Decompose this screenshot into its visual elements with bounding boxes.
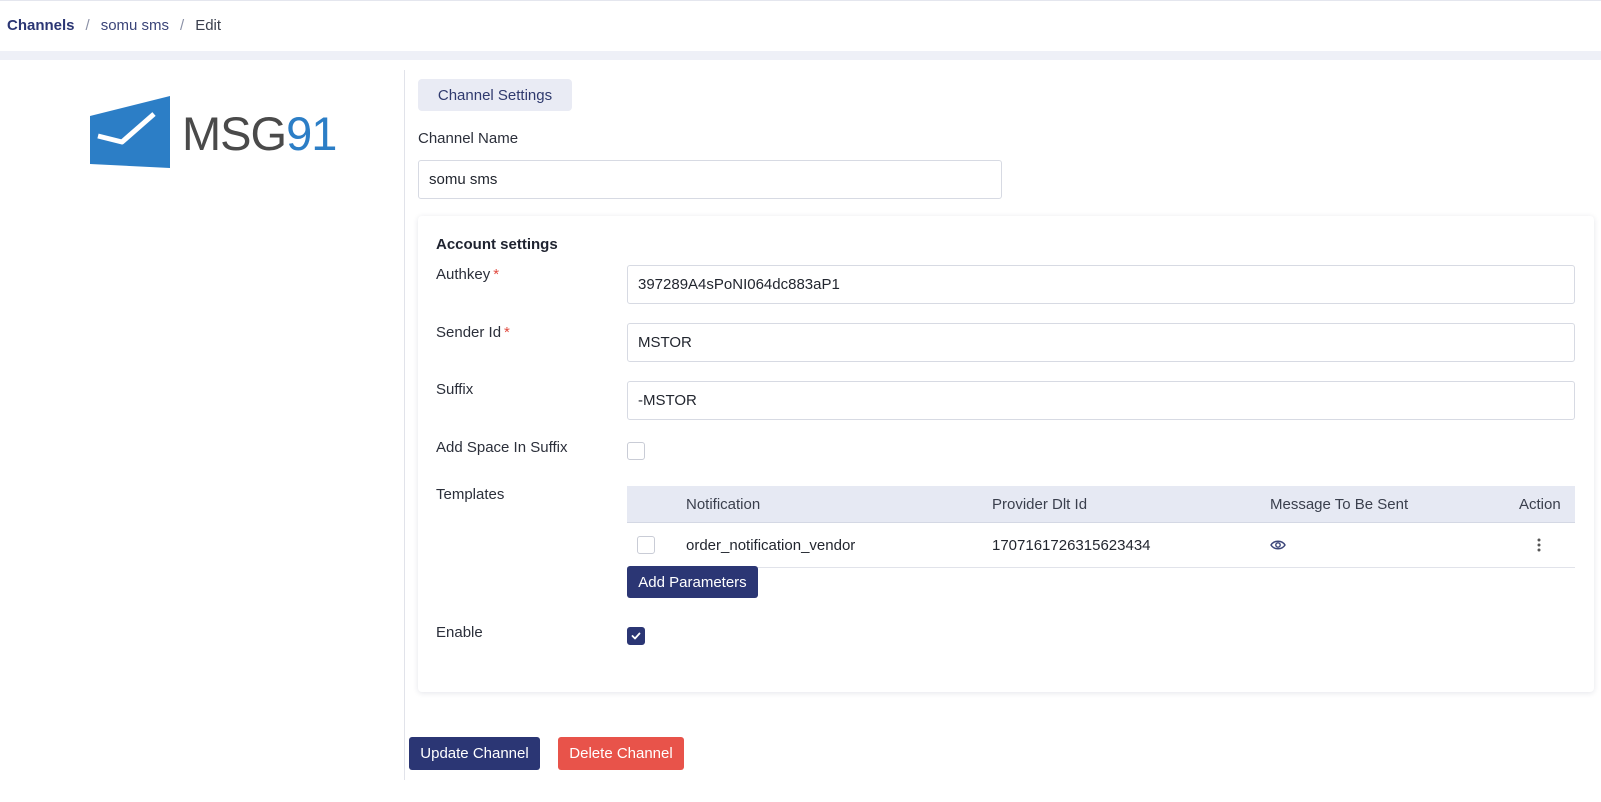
templates-label: Templates <box>436 486 505 503</box>
column-message-to-be-sent: Message To Be Sent <box>1270 495 1409 513</box>
tab-channel-settings[interactable]: Channel Settings <box>418 79 572 111</box>
account-settings-title: Account settings <box>436 236 558 253</box>
breadcrumb-separator: / <box>85 17 90 34</box>
enable-label: Enable <box>436 624 483 641</box>
authkey-label: Authkey * <box>436 266 499 283</box>
templates-table-header: Notification Provider Dlt Id Message To … <box>627 486 1575 523</box>
row-provider-dlt-id: 1707161726315623434 <box>992 536 1151 554</box>
logo-text-number: 91 <box>286 107 337 160</box>
add-space-in-suffix-label: Add Space In Suffix <box>436 439 568 456</box>
required-marker: * <box>493 266 500 283</box>
channel-name-input[interactable] <box>418 160 1002 199</box>
add-parameters-button[interactable]: Add Parameters <box>627 566 758 598</box>
vertical-divider <box>404 70 405 780</box>
sender-id-label-text: Sender Id <box>436 324 502 341</box>
kebab-menu-icon[interactable] <box>1537 523 1541 567</box>
channel-name-label: Channel Name <box>418 130 519 147</box>
row-notification: order_notification_vendor <box>686 536 856 554</box>
header-band <box>0 51 1601 60</box>
column-action: Action <box>1519 495 1561 513</box>
breadcrumb-current: Edit <box>195 17 222 34</box>
breadcrumb-channel-link[interactable]: somu sms <box>101 17 169 34</box>
enable-checkbox[interactable] <box>627 627 645 645</box>
sender-id-input[interactable] <box>627 323 1575 362</box>
suffix-input[interactable] <box>627 381 1575 420</box>
update-channel-button[interactable]: Update Channel <box>409 737 540 770</box>
breadcrumb-channels-link[interactable]: Channels <box>7 17 75 34</box>
templates-table: Notification Provider Dlt Id Message To … <box>627 486 1575 568</box>
checkmark-icon <box>631 632 641 640</box>
breadcrumb-separator: / <box>180 17 185 34</box>
account-settings-card: Account settings Authkey* Sender Id* Suf… <box>418 216 1594 692</box>
column-notification: Notification <box>686 495 761 513</box>
authkey-label-text: Authkey <box>436 266 491 283</box>
top-bar: Channels / somu sms / Edit <box>0 0 1601 51</box>
suffix-label: Suffix <box>436 381 474 398</box>
logo-text: MSG91 <box>182 106 337 161</box>
add-space-in-suffix-checkbox[interactable] <box>627 442 645 460</box>
envelope-logo-icon <box>90 96 170 168</box>
breadcrumb: Channels / somu sms / Edit <box>7 17 221 34</box>
authkey-input[interactable] <box>627 265 1575 304</box>
table-row: order_notification_vendor 17071617263156… <box>627 523 1575 568</box>
delete-channel-button[interactable]: Delete Channel <box>558 737 684 770</box>
eye-icon[interactable] <box>1270 523 1286 567</box>
sender-id-label: Sender Id * <box>436 324 510 341</box>
row-select-checkbox[interactable] <box>637 536 655 554</box>
column-provider-dlt-id: Provider Dlt Id <box>992 495 1088 513</box>
required-marker: * <box>504 324 510 341</box>
msg91-logo: MSG91 <box>90 96 337 172</box>
logo-text-main: MSG <box>182 107 287 160</box>
